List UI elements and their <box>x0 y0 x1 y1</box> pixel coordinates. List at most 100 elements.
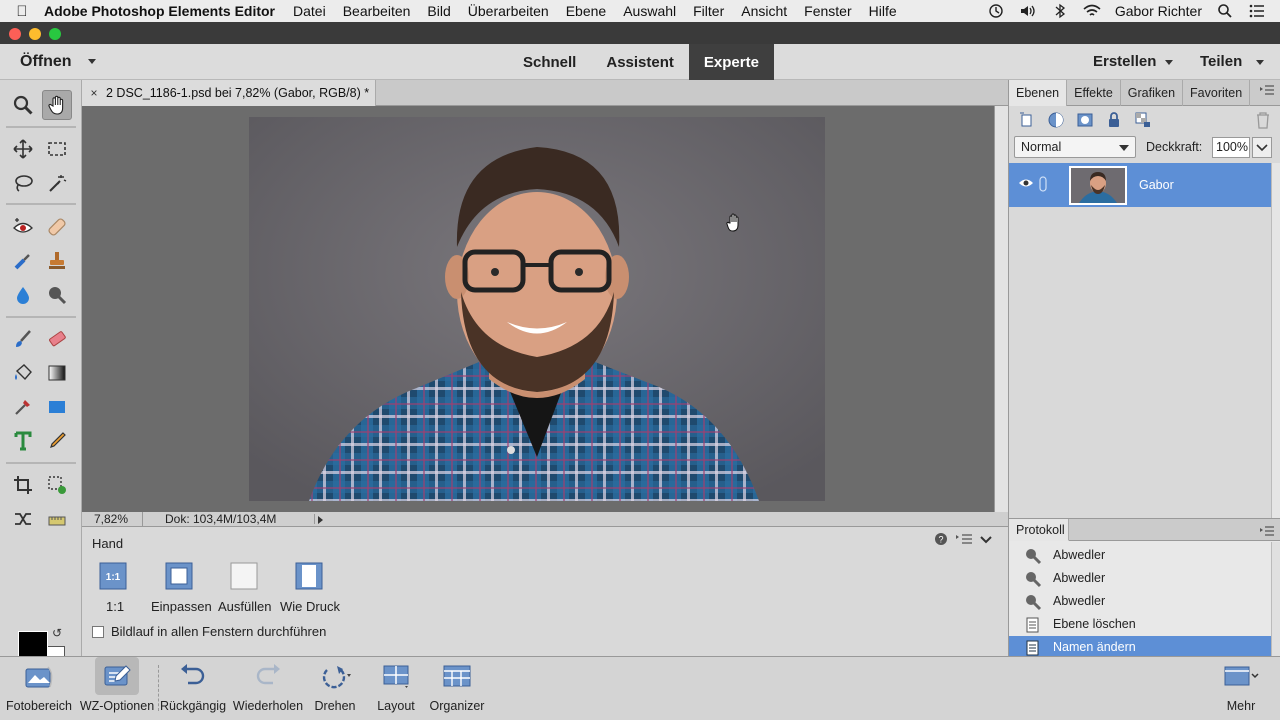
brush-tool-icon[interactable] <box>8 324 38 354</box>
history-item[interactable]: Ebene löschen <box>1009 613 1271 636</box>
fill-screen-button[interactable] <box>230 562 258 590</box>
lock-transparency-icon[interactable] <box>1133 110 1153 130</box>
clone-stamp-icon[interactable] <box>42 246 72 276</box>
rotate-button[interactable]: Drehen <box>310 657 360 720</box>
mode-expert[interactable]: Experte <box>688 44 774 80</box>
zoom-window-button[interactable] <box>49 28 61 40</box>
volume-icon[interactable] <box>1019 2 1037 20</box>
recompose-tool-icon[interactable] <box>42 470 72 500</box>
history-item[interactable]: Abwedler <box>1009 590 1271 613</box>
wifi-icon[interactable] <box>1083 2 1101 20</box>
opacity-dropdown-button[interactable] <box>1252 137 1272 158</box>
organizer-button[interactable]: Organizer <box>426 657 488 720</box>
history-item[interactable]: Abwedler <box>1009 567 1271 590</box>
fit-screen-button[interactable] <box>165 562 193 590</box>
more-button[interactable]: Mehr <box>1216 657 1266 720</box>
marquee-tool-icon[interactable] <box>42 134 72 164</box>
blur-tool-icon[interactable] <box>8 280 38 310</box>
layer-mask-icon[interactable] <box>1075 110 1095 130</box>
adjustment-layer-icon[interactable] <box>1046 110 1066 130</box>
swap-colors-icon[interactable]: ↺ <box>52 626 62 640</box>
opacity-field[interactable]: 100% <box>1212 137 1250 158</box>
menu-auswahl[interactable]: Auswahl <box>623 3 676 19</box>
tab-layers[interactable]: Ebenen <box>1009 80 1068 106</box>
layer-link-icon[interactable] <box>1039 176 1047 195</box>
mode-quick[interactable]: Schnell <box>508 44 591 80</box>
canvas-vertical-scrollbar[interactable] <box>994 106 1008 512</box>
move-tool-icon[interactable] <box>8 134 38 164</box>
history-scrollbar[interactable] <box>1271 542 1280 657</box>
paint-bucket-icon[interactable] <box>8 358 38 388</box>
create-dropdown-icon[interactable] <box>1165 60 1173 65</box>
apple-menu-icon[interactable]:  <box>0 3 44 20</box>
photo-bin-button[interactable]: Fotobereich <box>4 657 74 720</box>
menu-bild[interactable]: Bild <box>427 3 450 19</box>
layer-name[interactable]: Gabor <box>1139 178 1174 192</box>
scroll-all-windows-checkbox[interactable] <box>92 626 104 638</box>
pencil-tool-icon[interactable] <box>42 426 72 456</box>
crop-tool-icon[interactable] <box>8 470 38 500</box>
spotlight-search-icon[interactable] <box>1216 2 1234 20</box>
options-menu-icon[interactable] <box>956 533 972 548</box>
eraser-tool-icon[interactable] <box>42 324 72 354</box>
actual-pixels-button[interactable]: 1:1 <box>99 562 127 590</box>
mode-guided[interactable]: Assistent <box>591 44 689 80</box>
content-aware-move-icon[interactable] <box>8 504 38 534</box>
new-layer-icon[interactable] <box>1017 110 1037 130</box>
sponge-tool-icon[interactable] <box>42 280 72 310</box>
collapse-options-icon[interactable] <box>980 533 992 548</box>
red-eye-tool-icon[interactable] <box>8 212 38 242</box>
menu-datei[interactable]: Datei <box>293 3 326 19</box>
close-window-button[interactable] <box>9 28 21 40</box>
lock-all-icon[interactable] <box>1104 110 1124 130</box>
create-button[interactable]: Erstellen <box>1093 53 1156 70</box>
lasso-tool-icon[interactable] <box>8 168 38 198</box>
blend-mode-select[interactable]: Normal <box>1014 136 1136 158</box>
menu-ebene[interactable]: Ebene <box>566 3 606 19</box>
eyedropper-icon[interactable] <box>8 392 38 422</box>
portrait-photo[interactable] <box>249 117 825 501</box>
shape-tool-icon[interactable] <box>42 392 72 422</box>
healing-brush-icon[interactable] <box>42 212 72 242</box>
share-dropdown-icon[interactable] <box>1256 60 1264 65</box>
canvas[interactable] <box>82 106 994 512</box>
status-menu-arrow-icon[interactable] <box>314 514 324 524</box>
hand-tool-icon[interactable] <box>42 90 72 120</box>
user-menu[interactable]: Gabor Richter <box>1115 3 1202 19</box>
menu-fenster[interactable]: Fenster <box>804 3 851 19</box>
text-tool-icon[interactable] <box>8 426 38 456</box>
delete-layer-icon[interactable] <box>1253 110 1273 130</box>
tool-options-button[interactable]: WZ-Optionen <box>79 657 155 720</box>
share-button[interactable]: Teilen <box>1200 53 1242 70</box>
straighten-tool-icon[interactable] <box>42 504 72 534</box>
layers-scrollbar[interactable] <box>1271 163 1280 518</box>
print-size-button[interactable] <box>295 562 323 590</box>
open-dropdown-icon[interactable] <box>88 59 96 64</box>
menu-filter[interactable]: Filter <box>693 3 724 19</box>
redo-button[interactable]: Wiederholen <box>232 657 304 720</box>
minimize-window-button[interactable] <box>29 28 41 40</box>
document-tab[interactable]: × 2 DSC_1186-1.psd bei 7,82% (Gabor, RGB… <box>82 80 376 106</box>
layer-visibility-eye-icon[interactable] <box>1018 177 1034 192</box>
tab-graphics[interactable]: Grafiken <box>1121 80 1184 106</box>
help-icon[interactable]: ? <box>934 532 948 549</box>
menu-ansicht[interactable]: Ansicht <box>741 3 787 19</box>
menu-hilfe[interactable]: Hilfe <box>869 3 897 19</box>
tab-effects[interactable]: Effekte <box>1067 80 1121 106</box>
notification-center-icon[interactable] <box>1248 2 1266 20</box>
tab-favorites[interactable]: Favoriten <box>1183 80 1251 106</box>
magic-wand-icon[interactable] <box>42 168 72 198</box>
time-machine-icon[interactable] <box>987 2 1005 20</box>
smart-brush-icon[interactable] <box>8 246 38 276</box>
menu-ueberarbeiten[interactable]: Überarbeiten <box>468 3 549 19</box>
close-document-icon[interactable]: × <box>82 86 106 100</box>
menu-bearbeiten[interactable]: Bearbeiten <box>343 3 411 19</box>
history-item-selected[interactable]: Namen ändern <box>1009 636 1271 657</box>
tab-history[interactable]: Protokoll <box>1009 519 1069 541</box>
bluetooth-icon[interactable] <box>1051 2 1069 20</box>
undo-button[interactable]: Rückgängig <box>160 657 226 720</box>
zoom-tool-icon[interactable] <box>8 90 38 120</box>
gradient-tool-icon[interactable] <box>42 358 72 388</box>
open-button[interactable]: Öffnen <box>20 53 72 71</box>
app-name-menu[interactable]: Adobe Photoshop Elements Editor <box>44 3 275 19</box>
